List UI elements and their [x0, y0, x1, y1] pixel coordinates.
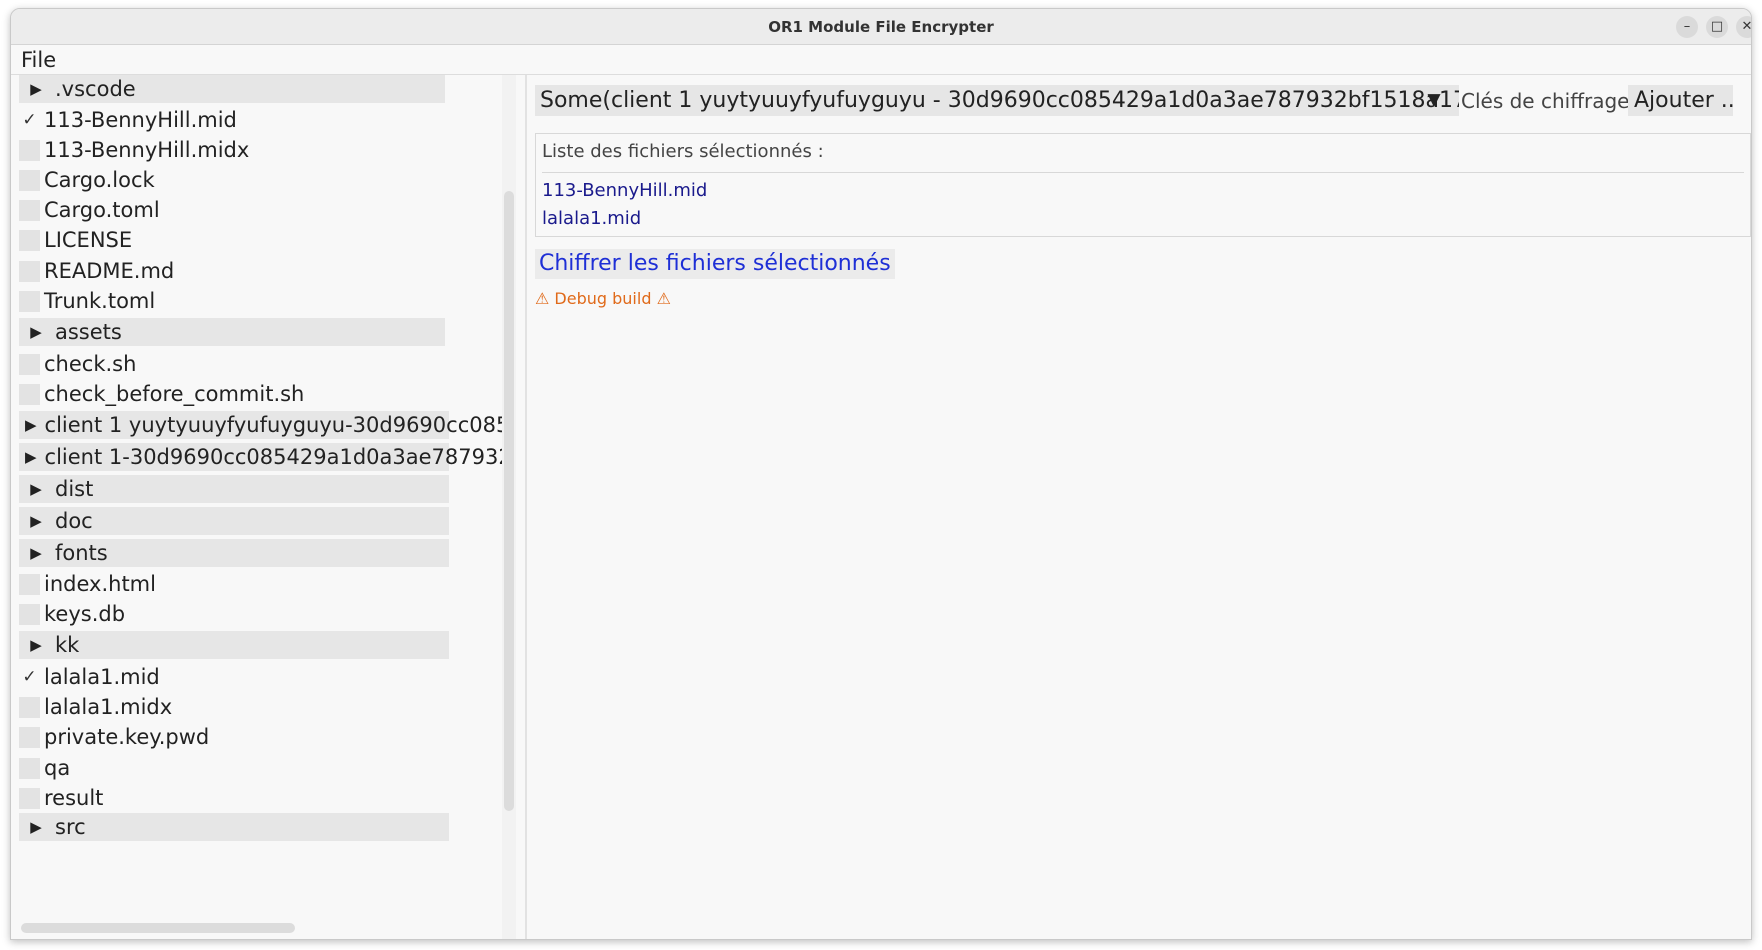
- debug-build-notice: ⚠ Debug build ⚠: [535, 289, 671, 308]
- minimize-button[interactable]: –: [1676, 16, 1698, 38]
- tree-file-row[interactable]: Trunk.toml: [19, 287, 155, 315]
- file-checkbox[interactable]: [19, 139, 40, 161]
- tree-folder-row[interactable]: ▶ client 1-30d9690cc085429a1d0a3ae787932b…: [19, 443, 509, 471]
- tree-item-label: check.sh: [44, 352, 137, 376]
- expand-arrow-icon[interactable]: ▶: [25, 636, 47, 654]
- tree-item-label: private.key.pwd: [44, 725, 210, 749]
- tree-file-row[interactable]: 113-BennyHill.midx: [19, 136, 249, 164]
- divider: [542, 172, 1744, 173]
- selected-file-item[interactable]: lalala1.mid: [542, 208, 641, 229]
- tree-item-label: client 1-30d9690cc085429a1d0a3ae787932bf…: [44, 445, 509, 469]
- app-window: OR1 Module File Encrypter – □ ✕ File ▶ .v…: [10, 8, 1752, 940]
- tree-horizontal-scrollbar[interactable]: [21, 923, 295, 933]
- file-checkbox[interactable]: [19, 726, 40, 748]
- file-checkbox[interactable]: ✓: [19, 110, 40, 131]
- tree-folder-row[interactable]: ▶ assets: [19, 318, 445, 346]
- menu-file[interactable]: File: [21, 48, 56, 72]
- tree-vertical-scrollbar[interactable]: [504, 191, 514, 811]
- tree-file-row[interactable]: README.md: [19, 257, 174, 285]
- tree-item-label: doc: [55, 509, 93, 533]
- expand-arrow-icon[interactable]: ▶: [25, 448, 37, 466]
- file-checkbox[interactable]: [19, 383, 40, 405]
- file-checkbox[interactable]: [19, 260, 40, 282]
- tree-item-label: index.html: [44, 572, 156, 596]
- expand-arrow-icon[interactable]: ▶: [25, 480, 47, 498]
- expand-arrow-icon[interactable]: ▶: [25, 512, 47, 530]
- title-bar[interactable]: OR1 Module File Encrypter – □ ✕: [11, 9, 1751, 45]
- tree-item-label: Cargo.lock: [44, 168, 155, 192]
- tree-item-label: qa: [44, 756, 71, 780]
- expand-arrow-icon[interactable]: ▶: [25, 818, 47, 836]
- tree-file-row[interactable]: LICENSE: [19, 226, 132, 254]
- tree-item-label: LICENSE: [44, 228, 133, 252]
- tree-file-row[interactable]: Cargo.lock: [19, 166, 155, 194]
- tree-file-row[interactable]: result: [19, 784, 103, 812]
- tree-folder-row[interactable]: ▶ dist: [19, 475, 449, 503]
- tree-item-label: src: [55, 815, 86, 839]
- file-checkbox[interactable]: [19, 290, 40, 312]
- tree-item-label: dist: [55, 477, 94, 501]
- tree-file-row[interactable]: ✓ lalala1.mid: [19, 663, 160, 691]
- tree-file-row[interactable]: lalala1.midx: [19, 693, 172, 721]
- tree-file-row[interactable]: qa: [19, 754, 70, 782]
- file-tree: ▶ .vscode ✓ 113-BennyHill.mid 113-BennyHill.…: [11, 75, 509, 939]
- tree-folder-row[interactable]: ▶ doc: [19, 507, 449, 535]
- panel-divider[interactable]: [525, 75, 527, 939]
- file-checkbox[interactable]: [19, 757, 40, 779]
- file-checkbox[interactable]: [19, 573, 40, 595]
- expand-arrow-icon[interactable]: ▶: [25, 544, 47, 562]
- selected-file-item[interactable]: 113-BennyHill.mid: [542, 180, 707, 201]
- close-button[interactable]: ✕: [1736, 16, 1751, 38]
- tree-file-row[interactable]: check.sh: [19, 350, 136, 378]
- menu-bar: File: [11, 45, 1751, 75]
- tree-item-label: lalala1.mid: [44, 665, 160, 689]
- add-key-button[interactable]: Ajouter ..: [1628, 85, 1733, 116]
- file-checkbox[interactable]: [19, 229, 40, 251]
- expand-arrow-icon[interactable]: ▶: [25, 323, 47, 341]
- file-checkbox[interactable]: ✓: [19, 667, 40, 688]
- file-checkbox[interactable]: [19, 199, 40, 221]
- file-checkbox[interactable]: [19, 787, 40, 809]
- tree-item-label: client 1 yuytyuuyfyufuyguyu-30d9690cc085…: [44, 413, 509, 437]
- tree-folder-row[interactable]: ▶ kk: [19, 631, 449, 659]
- encrypt-files-button[interactable]: Chiffrer les fichiers sélectionnés: [535, 249, 895, 279]
- selected-files-panel: Liste des fichiers sélectionnés : 113-Be…: [535, 133, 1751, 237]
- file-checkbox[interactable]: [19, 603, 40, 625]
- tree-item-label: check_before_commit.sh: [44, 382, 305, 406]
- tree-folder-row[interactable]: ▶ client 1 yuytyuuyfyufuyguyu-30d9690cc08…: [19, 411, 509, 439]
- maximize-button[interactable]: □: [1706, 16, 1728, 38]
- tree-item-label: 113-BennyHill.mid: [44, 108, 237, 132]
- tree-item-label: README.md: [44, 259, 175, 283]
- tree-file-row[interactable]: keys.db: [19, 600, 125, 628]
- chevron-down-icon[interactable]: ▼: [1423, 85, 1445, 116]
- tree-item-label: lalala1.midx: [44, 695, 173, 719]
- tree-folder-row[interactable]: ▶ fonts: [19, 539, 449, 567]
- encryption-key-select[interactable]: Some(client 1 yuytyuuyfyufuyguyu - 30d96…: [535, 85, 1459, 116]
- file-checkbox[interactable]: [19, 353, 40, 375]
- expand-arrow-icon[interactable]: ▶: [25, 80, 47, 98]
- tree-file-row[interactable]: private.key.pwd: [19, 723, 209, 751]
- tree-item-label: kk: [55, 633, 80, 657]
- file-checkbox[interactable]: [19, 696, 40, 718]
- expand-arrow-icon[interactable]: ▶: [25, 416, 37, 434]
- tree-file-row[interactable]: ✓ 113-BennyHill.mid: [19, 106, 237, 134]
- tree-file-row[interactable]: check_before_commit.sh: [19, 380, 304, 408]
- encryption-keys-label: Clés de chiffrage: [1461, 89, 1630, 113]
- tree-item-label: Trunk.toml: [44, 289, 156, 313]
- tree-item-label: Cargo.toml: [44, 198, 160, 222]
- tree-file-row[interactable]: index.html: [19, 570, 156, 598]
- window-title: OR1 Module File Encrypter: [768, 18, 994, 36]
- tree-item-label: 113-BennyHill.midx: [44, 138, 250, 162]
- tree-folder-row[interactable]: ▶ .vscode: [19, 75, 445, 103]
- selected-files-title: Liste des fichiers sélectionnés :: [542, 141, 824, 162]
- tree-item-label: .vscode: [55, 77, 136, 101]
- tree-folder-row[interactable]: ▶ src: [19, 813, 449, 841]
- tree-file-row[interactable]: Cargo.toml: [19, 196, 160, 224]
- file-checkbox[interactable]: [19, 169, 40, 191]
- tree-item-label: keys.db: [44, 602, 126, 626]
- tree-item-label: result: [44, 786, 104, 810]
- tree-item-label: assets: [55, 320, 122, 344]
- tree-item-label: fonts: [55, 541, 108, 565]
